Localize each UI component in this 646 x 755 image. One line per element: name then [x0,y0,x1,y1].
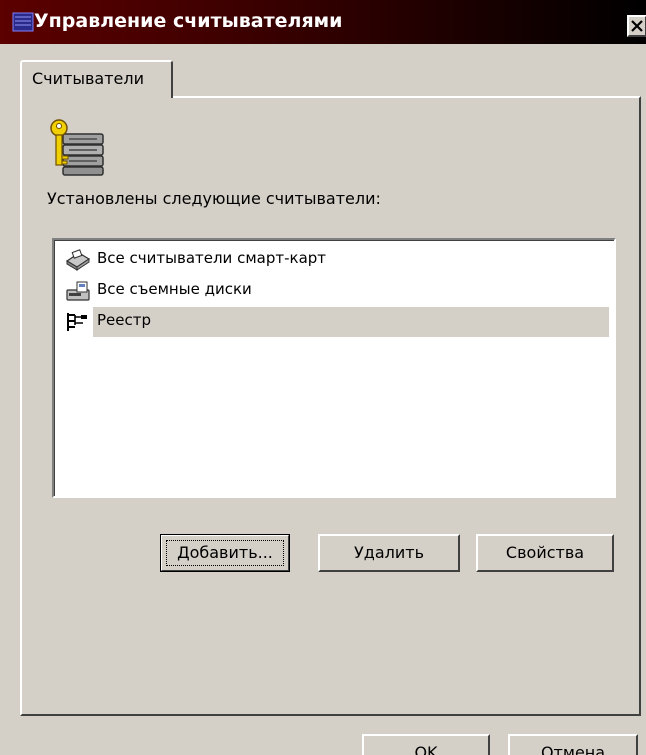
tab-readers-label: Считыватели [32,69,144,88]
registry-icon [65,311,91,333]
list-item-registry[interactable]: Реестр [61,307,609,337]
list-item-label: Все считыватели смарт-карт [97,249,327,267]
list-item-removable-disks[interactable]: Все съемные диски [61,276,609,306]
remove-button[interactable]: Удалить [318,534,460,572]
properties-button[interactable]: Свойства [476,534,614,572]
list-item-label: Все съемные диски [97,280,252,298]
add-button[interactable]: Добавить... [160,534,290,572]
reader-management-dialog: Управление считывателями Считыватели Уст… [0,0,646,755]
installed-readers-label: Установлены следующие считыватели: [47,189,381,208]
app-icon [12,12,34,32]
title-bar[interactable]: Управление считывателями [0,0,646,44]
readers-listbox[interactable]: Все считыватели смарт-карт Все съемные д… [52,238,616,498]
list-item-label: Реестр [97,311,152,329]
key-server-icon [45,118,113,176]
close-button[interactable] [627,15,646,37]
smartcard-reader-icon [65,249,91,271]
selection-highlight [93,307,609,337]
removable-disk-icon [65,280,91,302]
list-item-smartcard-readers[interactable]: Все считыватели смарт-карт [61,245,609,275]
ok-button[interactable]: OK [362,734,490,755]
tab-readers[interactable]: Считыватели [20,60,173,98]
cancel-button[interactable]: Отмена [508,734,638,755]
window-title: Управление считывателями [34,10,343,32]
